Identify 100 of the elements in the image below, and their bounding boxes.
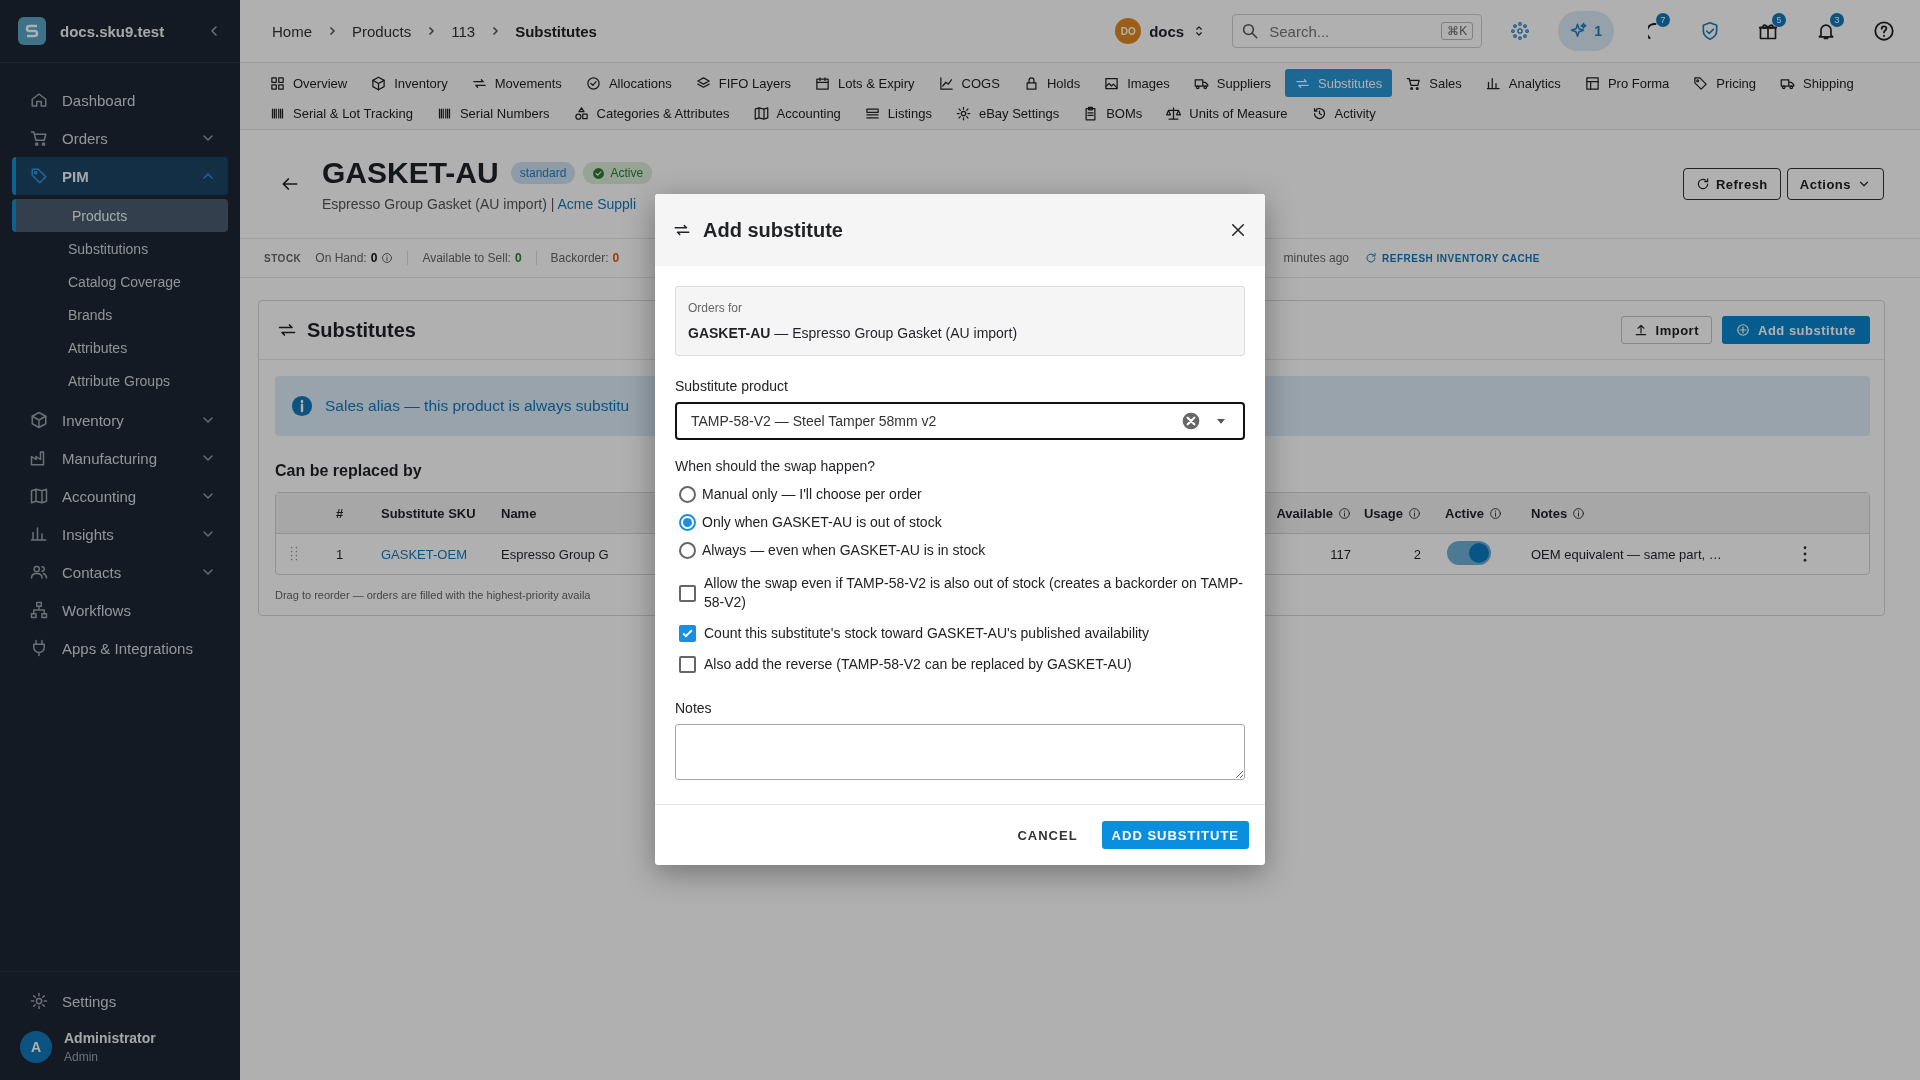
- tab[interactable]: eBay Settings: [945, 99, 1070, 127]
- radio-button[interactable]: [679, 513, 696, 531]
- sidebar-item[interactable]: PIM: [12, 157, 228, 195]
- table-cell: Espresso Group G: [501, 546, 609, 562]
- checkbox[interactable]: [679, 584, 696, 602]
- barcode-icon: [436, 105, 452, 121]
- alert-text: Sales alias — this product is always substitu: [325, 397, 630, 415]
- bars-icon: [1485, 75, 1501, 91]
- sidebar-item[interactable]: Apps & Integrations: [12, 629, 228, 667]
- org-name[interactable]: docs: [1149, 22, 1185, 40]
- sidebar-item[interactable]: Orders: [12, 119, 228, 157]
- sync-button[interactable]: 7: [1632, 11, 1672, 51]
- box-icon: [30, 411, 48, 429]
- sidebar-item[interactable]: Accounting: [12, 477, 228, 515]
- refresh-cache-link[interactable]: REFRESH INVENTORY CACHE: [1365, 252, 1540, 264]
- tab[interactable]: Lots & Expiry: [805, 69, 925, 97]
- breadcrumb[interactable]: Home: [272, 22, 312, 40]
- settings-item[interactable]: Settings: [12, 982, 228, 1020]
- tab[interactable]: Accounting: [743, 99, 851, 127]
- checkbox-option[interactable]: Allow the swap even if TAMP-58-V2 is also out of stock (creates a backorder on TAMP-58-V2): [675, 574, 1245, 612]
- notifications-button[interactable]: 3: [1806, 11, 1846, 51]
- user-name: Administrator: [64, 1030, 156, 1046]
- clipboard-icon: [1083, 105, 1099, 121]
- tab[interactable]: Pricing: [1683, 69, 1767, 97]
- sidebar-subitem[interactable]: Brands: [12, 298, 228, 331]
- sidebar-subitem[interactable]: Products: [12, 199, 228, 232]
- sku-link[interactable]: GASKET-OEM: [381, 546, 467, 562]
- row-menu-button[interactable]: [1803, 546, 1807, 562]
- column-header: Notes: [1531, 505, 1568, 521]
- grid-icon: [270, 75, 285, 91]
- checkbox[interactable]: [679, 656, 696, 673]
- shortcut-hint: ⌘K: [1441, 22, 1474, 40]
- breadcrumb[interactable]: 113: [451, 22, 476, 40]
- tab[interactable]: Serial Numbers: [426, 99, 560, 127]
- plug-icon: [30, 639, 48, 657]
- notes-field[interactable]: [675, 724, 1245, 780]
- sidebar-item[interactable]: Inventory: [12, 401, 228, 439]
- close-button[interactable]: [1229, 221, 1247, 239]
- sidebar-item[interactable]: Contacts: [12, 553, 228, 591]
- supplier-link[interactable]: Acme Suppli: [557, 196, 637, 212]
- tab[interactable]: Allocations: [575, 69, 682, 97]
- checkbox-option[interactable]: Also add the reverse (TAMP-58-V2 can be replaced by GASKET-AU): [675, 655, 1245, 674]
- sidebar-subitem[interactable]: Substitutions: [12, 232, 228, 265]
- tab[interactable]: Holds: [1013, 69, 1091, 97]
- swap-option[interactable]: Manual only — I'll choose per order: [675, 480, 1245, 508]
- search-bar[interactable]: Search... ⌘K: [1232, 14, 1483, 48]
- sidebar-item[interactable]: Workflows: [12, 591, 228, 629]
- tab[interactable]: Images: [1094, 69, 1180, 97]
- radio-button[interactable]: [679, 485, 696, 503]
- barcode-icon: [270, 105, 285, 121]
- import-button[interactable]: Import: [1620, 316, 1712, 344]
- sidebar-subitem[interactable]: Attributes: [12, 331, 228, 364]
- tab[interactable]: Inventory: [361, 69, 458, 97]
- gifts-button[interactable]: 5: [1748, 11, 1788, 51]
- sidebar-subitem[interactable]: Attribute Groups: [12, 364, 228, 397]
- tab[interactable]: BOMs: [1073, 99, 1153, 127]
- substitute-product-select[interactable]: TAMP-58-V2 — Steel Tamper 58mm v2: [675, 402, 1245, 440]
- refresh-icon: [1365, 252, 1377, 264]
- checkbox[interactable]: [679, 625, 696, 642]
- tab[interactable]: FIFO Layers: [685, 69, 801, 97]
- calendar-icon: [815, 75, 830, 91]
- tab[interactable]: Listings: [854, 99, 942, 127]
- tab[interactable]: Pro Forma: [1574, 69, 1680, 97]
- tab[interactable]: Overview: [260, 69, 358, 97]
- cancel-button[interactable]: CANCEL: [1009, 821, 1086, 849]
- sidebar-item[interactable]: Insights: [12, 515, 228, 553]
- sidebar-item[interactable]: Dashboard: [12, 81, 228, 119]
- drag-handle-icon[interactable]: [288, 546, 300, 562]
- field-label: Notes: [675, 700, 713, 716]
- stock-metric-value: 0: [612, 251, 620, 265]
- image-icon: [1104, 75, 1120, 91]
- tab[interactable]: Serial & Lot Tracking: [260, 99, 423, 127]
- tab[interactable]: Categories & Attributes: [563, 99, 740, 127]
- swap-option[interactable]: Only when GASKET-AU is out of stock: [675, 508, 1245, 536]
- checkbox-option[interactable]: Count this substitute's stock toward GASKET-AU's published availability: [675, 624, 1245, 643]
- tab[interactable]: Activity: [1301, 99, 1386, 127]
- active-toggle[interactable]: [1447, 540, 1491, 565]
- radio-button[interactable]: [679, 541, 696, 559]
- tab[interactable]: Shipping: [1770, 69, 1864, 97]
- orders-for-label: Orders for: [688, 301, 743, 315]
- tab[interactable]: Suppliers: [1183, 69, 1281, 97]
- history-icon: [1311, 105, 1327, 121]
- tab[interactable]: Units of Measure: [1156, 99, 1298, 127]
- book-icon: [753, 105, 769, 121]
- breadcrumb[interactable]: Products: [352, 22, 412, 40]
- info-icon: [1338, 506, 1351, 520]
- count-badge: 3: [1830, 13, 1844, 27]
- swap-option[interactable]: Always — even when GASKET-AU is in stock: [675, 536, 1245, 564]
- bars-icon: [30, 525, 48, 543]
- table-cell: 117: [1330, 546, 1351, 562]
- tab[interactable]: COGS: [928, 69, 1010, 97]
- home-icon: [30, 91, 48, 109]
- tab[interactable]: Analytics: [1475, 69, 1571, 97]
- sidebar-item[interactable]: Manufacturing: [12, 439, 228, 477]
- sidebar-subitem[interactable]: Catalog Coverage: [12, 265, 228, 298]
- tab[interactable]: Sales: [1396, 69, 1472, 97]
- search-field[interactable]: Search...: [1267, 21, 1434, 41]
- actions-button[interactable]: Actions: [1786, 168, 1884, 200]
- refresh-button[interactable]: Refresh: [1682, 168, 1781, 200]
- tab[interactable]: Movements: [461, 69, 572, 97]
